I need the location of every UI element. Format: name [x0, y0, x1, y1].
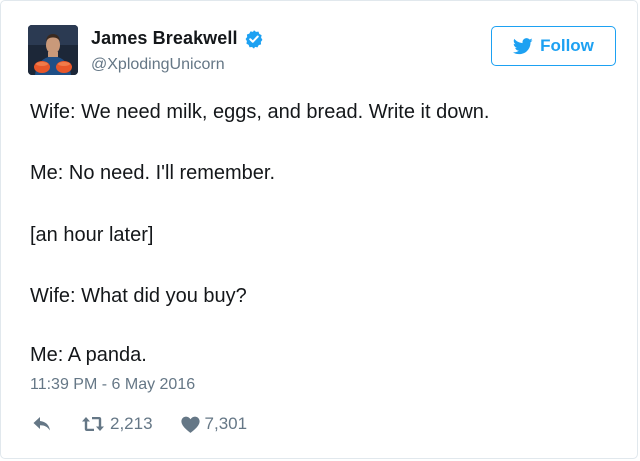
tweet-card: James Breakwell @XplodingUnicorn Follow … — [0, 0, 638, 459]
author-name[interactable]: James Breakwell — [91, 28, 238, 49]
tweet-timestamp[interactable]: 11:39 PM - 6 May 2016 — [30, 376, 195, 394]
follow-button-label: Follow — [540, 36, 594, 55]
like-count: 7,301 — [204, 414, 248, 433]
tweet-text-line-3: [an hour later] — [30, 224, 154, 246]
tweet-actions: 2,213 7,301 — [32, 414, 247, 434]
retweet-count: 2,213 — [110, 414, 153, 433]
follow-button[interactable]: Follow — [491, 26, 616, 66]
retweet-button[interactable]: 2,213 — [81, 414, 153, 434]
avatar[interactable] — [28, 25, 78, 75]
twitter-bird-icon — [513, 37, 533, 54]
author-name-row: James Breakwell — [91, 28, 264, 49]
tweet-text-line-5: Me: A panda. — [30, 344, 147, 366]
retweet-icon — [82, 417, 104, 431]
author-handle[interactable]: @XplodingUnicorn — [91, 56, 225, 74]
verified-badge-icon — [244, 29, 264, 49]
reply-icon — [33, 417, 50, 431]
heart-icon — [180, 416, 200, 433]
avatar-image — [28, 25, 78, 75]
tweet-text-line-1: Wife: We need milk, eggs, and bread. Wri… — [30, 101, 490, 123]
like-button[interactable]: 7,301 — [180, 414, 248, 434]
reply-button[interactable] — [32, 416, 54, 432]
tweet-text-line-2: Me: No need. I'll remember. — [30, 162, 276, 184]
tweet-text-line-4: Wife: What did you buy? — [30, 285, 247, 307]
